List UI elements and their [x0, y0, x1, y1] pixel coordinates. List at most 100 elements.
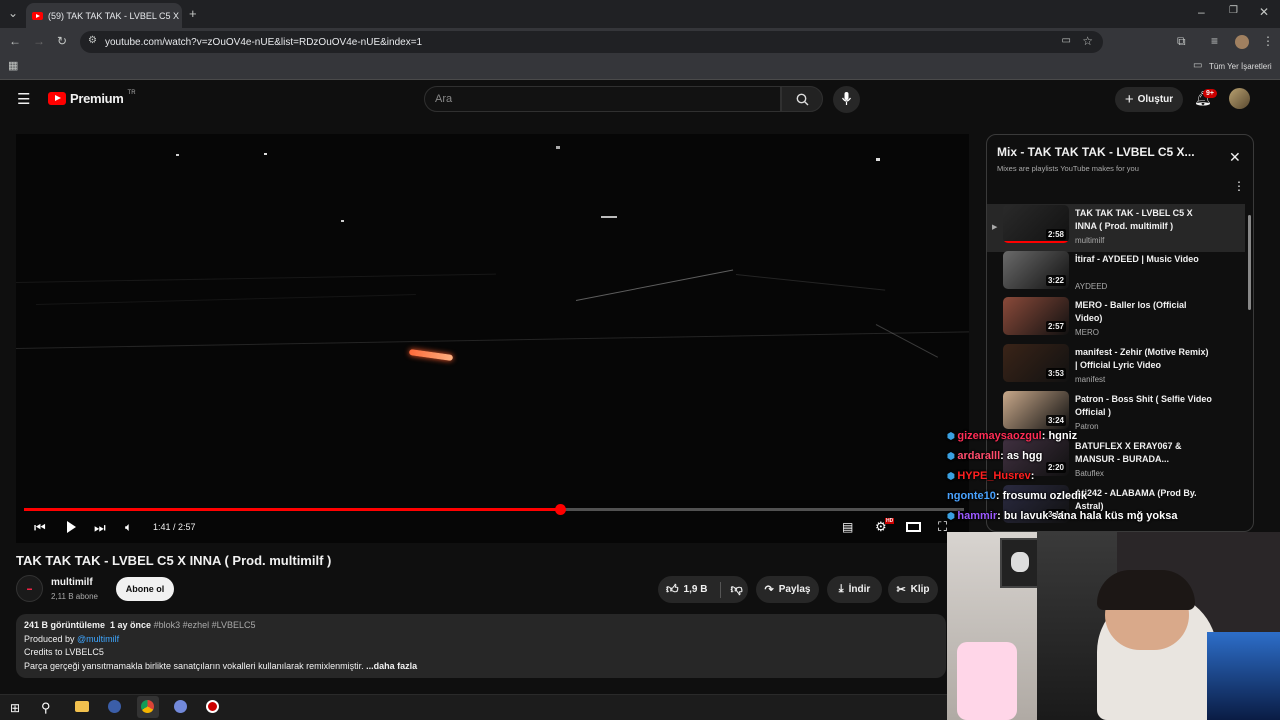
clip-label: Klip	[910, 584, 930, 595]
playlist-thumbnail[interactable]: 3:24	[1003, 391, 1069, 429]
chat-username: HYPE_Husrev	[957, 470, 1031, 482]
chrome-menu-icon[interactable]: ⋮	[1262, 35, 1274, 47]
producer-link[interactable]: @multimilf	[77, 634, 119, 644]
fullscreen-icon[interactable]: ⛶	[938, 519, 947, 535]
chat-text: :	[1030, 470, 1035, 482]
notification-count-badge: 9+	[1203, 89, 1217, 98]
channel-name[interactable]: multimilf	[51, 577, 93, 588]
browser-tab[interactable]: (59) TAK TAK TAK - LVBEL C5 X IN ✕	[26, 3, 182, 28]
search-input[interactable]: Ara	[424, 86, 781, 112]
like-thumb-icon[interactable]: 👍︎	[666, 582, 679, 597]
progress-bar[interactable]	[24, 504, 964, 515]
chat-text: : frosumu ozledik	[995, 490, 1087, 502]
site-info-icon[interactable]: ⚙	[88, 36, 97, 46]
windows-start-icon[interactable]: ⊞	[10, 701, 20, 715]
playlist-thumbnail[interactable]: 3:22	[1003, 251, 1069, 289]
discord-icon[interactable]	[174, 700, 187, 713]
youtube-logo[interactable]: Premium TR	[48, 90, 136, 106]
share-label: Paylaş	[778, 584, 811, 595]
back-icon[interactable]: ←	[9, 35, 21, 47]
close-window-icon[interactable]: ✕	[1259, 6, 1269, 18]
cast-icon[interactable]: ▭	[1062, 36, 1071, 46]
voice-search-button[interactable]	[833, 86, 860, 113]
like-count[interactable]: 1,9 B	[684, 584, 708, 595]
youtube-header: ☰ Premium TR Ara + Oluştur 🔔︎ 9+	[0, 80, 1280, 118]
clip-button[interactable]: ✂ Klip	[888, 576, 938, 603]
close-playlist-icon[interactable]: ✕	[1229, 149, 1241, 166]
address-bar[interactable]: ⚙ youtube.com/watch?v=zOuOV4e-nUE&list=R…	[80, 31, 1103, 53]
browser-tab-bar: ⌄ (59) TAK TAK TAK - LVBEL C5 X IN ✕ + –…	[0, 0, 1280, 28]
playlist-item-channel: Batuflex	[1075, 469, 1104, 478]
share-button[interactable]: ↷ Paylaş	[756, 576, 819, 603]
app-icon[interactable]	[108, 700, 121, 713]
playlist-item-channel: MERO	[1075, 328, 1099, 337]
previous-icon[interactable]: ⏮︎	[34, 520, 46, 536]
playlist-item-channel: AYDEED	[1075, 282, 1108, 291]
video-player[interactable]: ⏮︎ ⏭︎ 🔈︎ 1:41 / 2:57 ▤ ⚙ HD ⛶	[16, 134, 969, 543]
progress-scrubber[interactable]	[554, 504, 566, 515]
search-button[interactable]	[781, 86, 823, 112]
bookmark-star-icon[interactable]: ☆	[1082, 35, 1093, 47]
chat-text: : as hgg	[1000, 450, 1043, 462]
now-playing-icon: ▶	[992, 224, 998, 231]
apps-grid-icon[interactable]: ▦	[8, 61, 18, 72]
forward-icon[interactable]: →	[33, 35, 45, 47]
profile-avatar[interactable]	[1235, 35, 1249, 49]
playlist-item-title[interactable]: MERO - Baller los (Official Video)	[1075, 299, 1213, 325]
playlist-thumbnail[interactable]: 3:53	[1003, 344, 1069, 382]
playlist-item-title[interactable]: İtiraf - AYDEED | Music Video	[1075, 253, 1213, 266]
search-icon	[796, 93, 809, 106]
reload-icon[interactable]: ↻	[57, 35, 67, 47]
chat-username: gizemaysaozgul	[957, 430, 1042, 442]
progress-fill	[24, 508, 560, 511]
download-label: İndir	[848, 584, 871, 595]
playlist-item-title[interactable]: manifest - Zehir (Motive Remix) | Offici…	[1075, 346, 1213, 372]
tab-search-icon[interactable]: ⌄	[8, 7, 18, 19]
playlist-thumbnail[interactable]: 2:57	[1003, 297, 1069, 335]
playlist-item-title[interactable]: Patron - Boss Shit ( Selfie Video Offici…	[1075, 393, 1213, 419]
chat-badge-icon: ⬢	[947, 451, 958, 461]
all-bookmarks-link[interactable]: Tüm Yer İşaretleri	[1209, 62, 1272, 71]
create-button[interactable]: + Oluştur	[1115, 87, 1183, 112]
playlist-title[interactable]: Mix - TAK TAK TAK - LVBEL C5 X...	[997, 145, 1195, 159]
theater-mode-icon[interactable]	[906, 522, 921, 532]
description-box[interactable]: 241 B görüntüleme 1 ay önce #blok3 #ezhe…	[16, 614, 946, 678]
playlist-scrollbar[interactable]	[1248, 215, 1251, 310]
chrome-icon[interactable]	[141, 700, 154, 713]
playlist-item-title[interactable]: TAK TAK TAK - LVBEL C5 X INNA ( Prod. mu…	[1075, 207, 1213, 233]
channel-avatar[interactable]: ▬	[16, 575, 43, 602]
playlist-item-title[interactable]: BATUFLEX X ERAY067 & MANSUR - BURADA...	[1075, 440, 1213, 466]
like-dislike-group: 👍︎ 1,9 B 👎︎	[658, 576, 748, 603]
subscribe-button[interactable]: Abone ol	[116, 577, 174, 601]
play-icon[interactable]	[67, 521, 76, 533]
playlist-duration: 2:58	[1045, 229, 1066, 240]
show-more-link[interactable]: ...daha fazla	[366, 661, 417, 671]
restore-icon[interactable]: ❐	[1229, 6, 1238, 16]
subtitles-icon[interactable]: ▤	[842, 520, 853, 534]
search-taskbar-icon[interactable]: ⚲	[41, 700, 51, 716]
plus-icon: +	[1124, 91, 1134, 108]
chat-message: ngonte10: frosumu ozledik	[947, 490, 1087, 502]
playlist-more-icon[interactable]: ⋮	[1233, 179, 1245, 193]
next-icon[interactable]: ⏭︎	[94, 520, 106, 536]
tab-title: (59) TAK TAK TAK - LVBEL C5 X IN	[48, 10, 182, 21]
create-label: Oluştur	[1137, 94, 1174, 105]
chat-badge-icon: ⬢	[947, 471, 958, 481]
account-avatar[interactable]	[1229, 88, 1250, 109]
new-tab-icon[interactable]: +	[189, 7, 197, 20]
obs-icon[interactable]	[206, 700, 219, 713]
playlist-thumbnail[interactable]: 2:58	[1003, 205, 1069, 243]
media-icon[interactable]: ≡	[1211, 35, 1218, 47]
file-explorer-icon[interactable]	[75, 701, 89, 712]
volume-icon[interactable]: 🔈︎	[125, 520, 132, 535]
streamer-webcam	[947, 532, 1280, 720]
minimize-icon[interactable]: –	[1198, 6, 1205, 18]
youtube-favicon-icon	[32, 11, 43, 20]
hamburger-menu-icon[interactable]: ☰	[17, 90, 30, 108]
hashtags[interactable]: #blok3 #ezhel #LVBELC5	[154, 620, 256, 630]
download-button[interactable]: ⤓ İndir	[827, 576, 882, 603]
player-controls: ⏮︎ ⏭︎ 🔈︎ 1:41 / 2:57 ▤ ⚙ HD ⛶	[16, 516, 969, 543]
dislike-thumb-icon[interactable]: 👎︎	[730, 582, 742, 597]
extensions-icon[interactable]: ⧉	[1177, 35, 1186, 47]
streamer-hair	[1097, 570, 1195, 610]
